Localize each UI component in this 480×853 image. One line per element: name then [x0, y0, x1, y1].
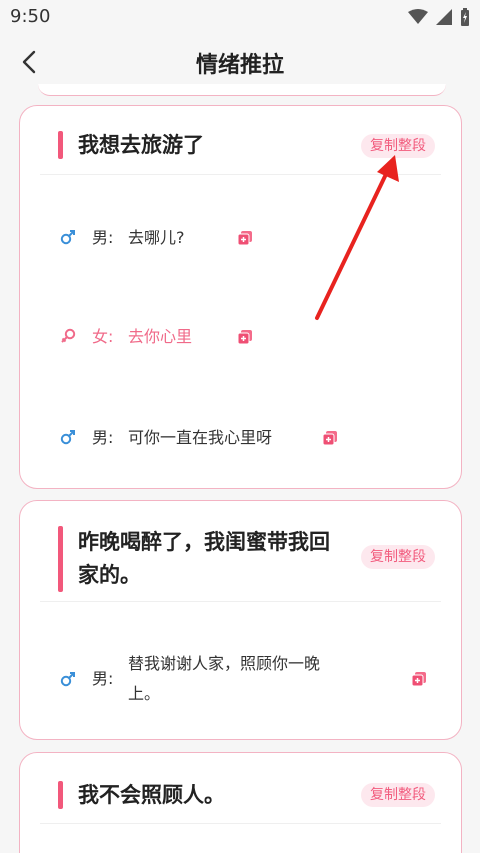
line-text: 去哪儿?	[128, 228, 185, 247]
status-bar: 9:50	[0, 0, 480, 34]
accent-bar	[58, 526, 63, 592]
dialogue-line: 女: 去你心里	[20, 322, 461, 352]
speaker-label: 男:	[92, 428, 114, 447]
copy-line-icon[interactable]	[411, 671, 427, 687]
line-text-line1: 替我谢谢人家，照顾你一晚	[128, 654, 321, 673]
card-title-line2: 家的。	[78, 563, 141, 587]
card-header: 我不会照顾人。 复制整段	[20, 753, 461, 821]
previous-card-edge	[38, 84, 446, 96]
card-title-line1: 昨晚喝醉了，我闺蜜带我回	[78, 530, 330, 554]
phrase-card: 昨晚喝醉了，我闺蜜带我回 家的。 复制整段 男: 替我谢谢人家，照顾你一晚 上。	[19, 500, 462, 740]
card-header: 昨晚喝醉了，我闺蜜带我回 家的。 复制整段	[20, 501, 461, 601]
dialogue-line: 男: 可你一直在我心里呀	[20, 423, 461, 453]
line-text: 可你一直在我心里呀	[128, 428, 273, 447]
status-icons	[408, 7, 470, 27]
card-header: 我想去旅游了 复制整段	[20, 106, 461, 174]
card-title: 我不会照顾人。	[78, 783, 225, 807]
dialogue-line: 男: 替我谢谢人家，照顾你一晚 上。	[20, 649, 461, 709]
phrase-card: 我想去旅游了 复制整段 男: 去哪儿? 女: 去你心里 男: 可你一直在我心里呀	[19, 105, 462, 489]
card-title: 我想去旅游了	[78, 133, 204, 157]
divider	[40, 601, 441, 602]
wifi-icon	[408, 9, 428, 24]
speaker-label: 男:	[92, 228, 114, 247]
phrase-card: 我不会照顾人。 复制整段	[19, 752, 462, 853]
copy-all-button[interactable]: 复制整段	[361, 783, 435, 807]
divider	[40, 823, 441, 824]
copy-all-button[interactable]: 复制整段	[361, 134, 435, 158]
dialogue-line: 男: 去哪儿?	[20, 223, 461, 253]
copy-line-icon[interactable]	[237, 230, 253, 246]
line-text-line2: 上。	[128, 684, 161, 703]
copy-line-icon[interactable]	[237, 329, 253, 345]
status-time: 9:50	[10, 6, 51, 27]
line-text: 去你心里	[128, 327, 193, 346]
accent-bar	[58, 131, 63, 159]
copy-all-button[interactable]: 复制整段	[361, 545, 435, 569]
nav-header: 情绪推拉	[0, 34, 480, 90]
speaker-label: 女:	[92, 327, 114, 346]
copy-line-icon[interactable]	[322, 430, 338, 446]
battery-icon	[461, 8, 469, 26]
speaker-label: 男:	[92, 669, 114, 688]
male-icon	[60, 230, 75, 245]
page-title: 情绪推拉	[195, 53, 284, 78]
female-icon	[61, 328, 76, 343]
divider	[40, 174, 441, 175]
accent-bar	[58, 781, 63, 809]
male-icon	[60, 430, 75, 445]
signal-icon	[436, 9, 452, 25]
male-icon	[60, 672, 75, 687]
